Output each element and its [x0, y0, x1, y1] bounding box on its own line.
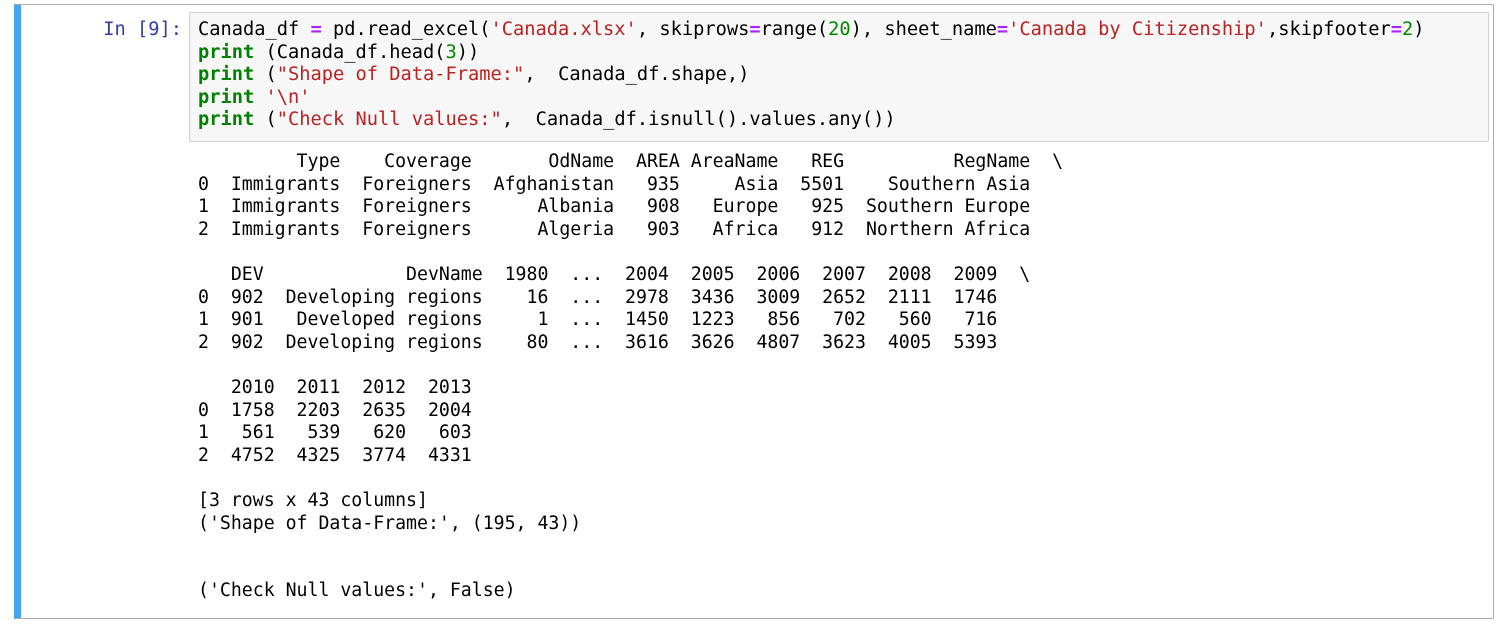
code-token: pd.read_excel(	[321, 19, 491, 40]
code-token: 20	[828, 19, 851, 40]
code-token: ,skipfooter	[1266, 19, 1391, 40]
code-token: =	[996, 19, 1009, 40]
output-line: 0 902 Developing regions 16 ... 2978 343…	[198, 286, 1031, 308]
code-line[interactable]: print '\n'	[198, 87, 1425, 110]
output-line: 2 Immigrants Foreigners Algeria 903 Afri…	[198, 218, 1064, 240]
code-token: 2	[1401, 19, 1414, 40]
output-line: 1 901 Developed regions 1 ... 1450 1223 …	[198, 309, 1031, 331]
code-token: =	[1390, 19, 1402, 40]
code-token: Canada_df	[198, 19, 311, 40]
code-token: print	[198, 41, 255, 63]
code-line[interactable]: Canada_df = pd.read_excel('Canada.xlsx',…	[198, 19, 1425, 42]
code-token: 3	[445, 41, 457, 63]
code-token: (Canada_df.head(	[254, 41, 446, 63]
input-prompt: In [9]:	[103, 19, 182, 40]
code-token: ))	[456, 41, 480, 63]
code-token: print	[198, 64, 255, 86]
code-token: 'Canada.xlsx'	[490, 19, 637, 40]
code-token: '\n'	[265, 86, 311, 108]
output-line: 0 1758 2203 2635 2004	[198, 399, 494, 421]
code-token: , Canada_df.isnull().values.any())	[501, 109, 896, 131]
output-line: ('Check Null values:', False)	[198, 580, 516, 602]
code-token: "Shape of Data-Frame:"	[276, 64, 525, 86]
cell-output: Type Coverage OdName AREA AreaName REG R…	[198, 151, 1063, 603]
code-token: =	[749, 19, 761, 40]
code-token: (	[254, 64, 277, 86]
output-line: 1 561 539 620 603	[198, 422, 494, 444]
output-line: 2 902 Developing regions 80 ... 3616 362…	[198, 331, 1031, 353]
code-token: "Check Null values:"	[276, 109, 502, 131]
code-token: range(	[760, 19, 829, 40]
code-token: ), sheet_name	[850, 19, 997, 40]
code-token: print	[198, 86, 255, 108]
code-line[interactable]: print (Canada_df.head(3))	[198, 42, 1425, 65]
code-token: )	[1413, 19, 1425, 40]
output-line: 2010 2011 2012 2013	[198, 376, 494, 398]
output-line: ('Shape of Data-Frame:', (195, 43))	[198, 512, 582, 534]
code-token: (	[254, 109, 277, 131]
code-line[interactable]: print ("Check Null values:", Canada_df.i…	[198, 109, 1425, 132]
output-line: [3 rows x 43 columns]	[198, 489, 428, 511]
code-token: print	[198, 109, 255, 131]
code-token: , skiprows	[636, 19, 750, 40]
code-editor[interactable]: Canada_df = pd.read_excel('Canada.xlsx',…	[198, 19, 1425, 132]
output-line: DEV DevName 1980 ... 2004 2005 2006 2007…	[198, 263, 1031, 285]
output-line: 2 4752 4325 3774 4331	[198, 444, 494, 466]
output-line: 0 Immigrants Foreigners Afghanistan 935 …	[198, 173, 1064, 195]
output-line: 1 Immigrants Foreigners Albania 908 Euro…	[198, 196, 1064, 218]
output-line: Type Coverage OdName AREA AreaName REG R…	[198, 151, 1064, 172]
code-token: 'Canada by Citizenship'	[1008, 19, 1267, 40]
code-line[interactable]: print ("Shape of Data-Frame:", Canada_df…	[198, 64, 1425, 87]
code-token: =	[310, 19, 322, 40]
code-token: , Canada_df.shape,)	[524, 64, 750, 86]
